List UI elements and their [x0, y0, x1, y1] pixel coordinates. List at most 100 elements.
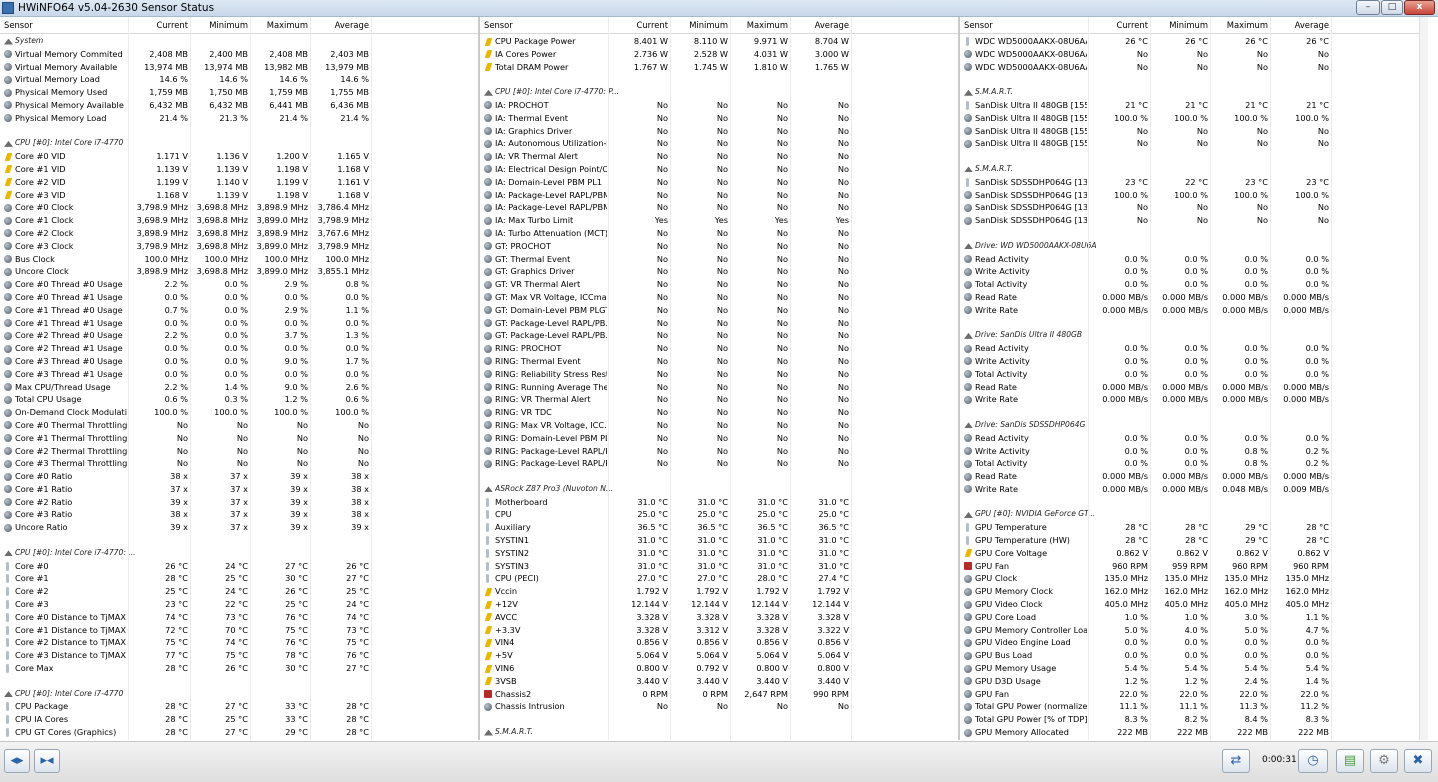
spacer-row[interactable]	[960, 150, 1428, 163]
table-row[interactable]: GPU Fan 22.0 % 22.0 % 22.0 % 22.0 %	[960, 688, 1428, 701]
group-header[interactable]: S.M.A.R.T.	[480, 726, 958, 739]
spacer-row[interactable]	[960, 227, 1428, 240]
spacer-row[interactable]	[0, 675, 478, 688]
table-row[interactable]: Read Rate 0.000 MB/s 0.000 MB/s 0.000 MB/s 0…	[960, 470, 1428, 483]
table-row[interactable]: Core #2 Thread #0 Usage 2.2 % 0.0 % 3.7 % 1.…	[0, 329, 478, 342]
table-row[interactable]: Write Rate 0.000 MB/s 0.000 MB/s 0.048 MB/s…	[960, 483, 1428, 496]
table-row[interactable]: Virtual Memory Load 14.6 % 14.6 % 14.6 % 14.…	[0, 73, 478, 86]
table-row[interactable]: Total Activity 0.0 % 0.0 % 0.0 % 0.0 %	[960, 368, 1428, 381]
table-row[interactable]: GT: PROCHOT No No No No	[480, 240, 958, 253]
table-row[interactable]: IA: Domain-Level PBM PL1 No No No No	[480, 176, 958, 189]
table-row[interactable]: SanDisk SDSSDHP064G [133... 23 °C 22 °C 23 …	[960, 176, 1428, 189]
table-row[interactable]: VIN4 0.856 V 0.856 V 0.856 V 0.856 V	[480, 636, 958, 649]
table-row[interactable]: Core #3 Thread #0 Usage 0.0 % 0.0 % 9.0 % 1.…	[0, 355, 478, 368]
table-row[interactable]: IA: Package-Level RAPL/PBM... No No No No	[480, 189, 958, 202]
table-row[interactable]: Core #3 23 °C 22 °C 25 °C 24 °C	[0, 598, 478, 611]
table-row[interactable]: +12V 12.144 V 12.144 V 12.144 V 12.144 V	[480, 598, 958, 611]
table-row[interactable]: Bus Clock 100.0 MHz 100.0 MHz 100.0 MHz 100.…	[0, 253, 478, 266]
close-icon[interactable]: ✖	[1404, 749, 1432, 773]
close-window-button[interactable]: x	[1404, 0, 1435, 15]
table-row[interactable]: Core #1 28 °C 25 °C 30 °C 27 °C	[0, 572, 478, 585]
group-header[interactable]: GPU [#0]: NVIDIA GeForce GT...	[960, 508, 1428, 521]
table-row[interactable]: GPU Temperature (HW) 28 °C 28 °C 29 °C 28 °C	[960, 534, 1428, 547]
table-row[interactable]: SanDisk Ultra II 480GB [1551... 100.0 % 10…	[960, 112, 1428, 125]
header-minimum[interactable]: Minimum	[672, 17, 728, 33]
table-row[interactable]: Core #1 Ratio 37 x 37 x 39 x 38 x	[0, 483, 478, 496]
table-row[interactable]: Core #3 Distance to TjMAX 77 °C 75 °C 78 °C…	[0, 649, 478, 662]
table-row[interactable]: SYSTIN3 31.0 °C 31.0 °C 31.0 °C 31.0 °C	[480, 560, 958, 573]
table-row[interactable]: SanDisk SDSSDHP064G [133... 100.0 % 100.0 …	[960, 189, 1428, 202]
header-average[interactable]: Average	[1272, 17, 1329, 33]
table-row[interactable]: Motherboard 31.0 °C 31.0 °C 31.0 °C 31.0 °C	[480, 496, 958, 509]
table-row[interactable]: Total Activity 0.0 % 0.0 % 0.0 % 0.0 %	[960, 278, 1428, 291]
sensor-panel-1[interactable]: Sensor Current Minimum Maximum Average S…	[0, 17, 478, 740]
table-row[interactable]: Chassis2 0 RPM 0 RPM 2,647 RPM 990 RPM	[480, 688, 958, 701]
table-row[interactable]: IA: PROCHOT No No No No	[480, 99, 958, 112]
table-row[interactable]: RING: Reliability Stress Restr... No No No N…	[480, 368, 958, 381]
table-row[interactable]: RING: Package-Level RAPL/P... No No No No	[480, 457, 958, 470]
table-row[interactable]: SYSTIN1 31.0 °C 31.0 °C 31.0 °C 31.0 °C	[480, 534, 958, 547]
maximize-button[interactable]: □	[1381, 0, 1403, 15]
table-row[interactable]: Uncore Clock 3,898.9 MHz 3,698.8 MHz 3,899.…	[0, 265, 478, 278]
table-row[interactable]: Core #3 Thermal Throttling No No No No	[0, 457, 478, 470]
table-row[interactable]: SanDisk Ultra II 480GB [1551... No No No No	[960, 137, 1428, 150]
table-row[interactable]: IA: Thermal Event No No No No	[480, 112, 958, 125]
table-row[interactable]: Total CPU Usage 0.6 % 0.3 % 1.2 % 0.6 %	[0, 393, 478, 406]
header-minimum[interactable]: Minimum	[1152, 17, 1208, 33]
table-row[interactable]: GPU Core Load 1.0 % 1.0 % 3.0 % 1.1 %	[960, 611, 1428, 624]
spacer-row[interactable]	[0, 125, 478, 138]
table-row[interactable]: GT: Graphics Driver No No No No	[480, 265, 958, 278]
table-row[interactable]: Core #2 Ratio 39 x 37 x 39 x 38 x	[0, 496, 478, 509]
table-row[interactable]: GPU D3D Usage 1.2 % 1.2 % 2.4 % 1.4 %	[960, 675, 1428, 688]
table-row[interactable]: WDC WD5000AAKX-08U6AA... 26 °C 26 °C 26 °C 2…	[960, 35, 1428, 48]
table-row[interactable]: GT: Max VR Voltage, ICCma... No No No No	[480, 291, 958, 304]
table-row[interactable]: IA: Electrical Design Point/Ot... No No No N…	[480, 163, 958, 176]
table-row[interactable]: GT: Package-Level RAPL/PB... No No No No	[480, 329, 958, 342]
group-header[interactable]: System	[0, 35, 478, 48]
table-row[interactable]: Core #3 Thread #1 Usage 0.0 % 0.0 % 0.0 % 0.…	[0, 368, 478, 381]
header-maximum[interactable]: Maximum	[732, 17, 788, 33]
collapse-columns-icon[interactable]: ▸◂	[34, 749, 60, 773]
expand-columns-icon[interactable]: ◂▸	[4, 749, 30, 773]
table-row[interactable]: Core #0 Clock 3,798.9 MHz 3,698.8 MHz 3,898…	[0, 201, 478, 214]
table-row[interactable]: RING: Max VR Voltage, ICC... No No No No	[480, 419, 958, 432]
spacer-row[interactable]	[960, 406, 1428, 419]
table-row[interactable]: GPU Clock 135.0 MHz 135.0 MHz 135.0 MHz 135.…	[960, 572, 1428, 585]
table-row[interactable]: AVCC 3.328 V 3.328 V 3.328 V 3.328 V	[480, 611, 958, 624]
table-row[interactable]: On-Demand Clock Modulation 100.0 % 100.0 %…	[0, 406, 478, 419]
header-current[interactable]: Current	[1090, 17, 1148, 33]
table-row[interactable]: +5V 5.064 V 5.064 V 5.064 V 5.064 V	[480, 649, 958, 662]
table-row[interactable]: Chassis Intrusion No No No No	[480, 700, 958, 713]
table-row[interactable]: SanDisk Ultra II 480GB [1551... No No No No	[960, 125, 1428, 138]
table-row[interactable]: +3.3V 3.328 V 3.312 V 3.328 V 3.322 V	[480, 624, 958, 637]
table-row[interactable]: IA: Max Turbo Limit Yes Yes Yes Yes	[480, 214, 958, 227]
table-row[interactable]: GPU Temperature 28 °C 28 °C 29 °C 28 °C	[960, 521, 1428, 534]
table-row[interactable]: GT: VR Thermal Alert No No No No	[480, 278, 958, 291]
table-row[interactable]: Core #2 Distance to TjMAX 75 °C 74 °C 76 °C…	[0, 636, 478, 649]
table-row[interactable]: Auxiliary 36.5 °C 36.5 °C 36.5 °C 36.5 °C	[480, 521, 958, 534]
spacer-row[interactable]	[0, 534, 478, 547]
table-row[interactable]: Virtual Memory Commited 2,408 MB 2,400 MB 2…	[0, 48, 478, 61]
header-minimum[interactable]: Minimum	[192, 17, 248, 33]
table-row[interactable]: CPU IA Cores 28 °C 25 °C 33 °C 28 °C	[0, 713, 478, 726]
table-row[interactable]: Physical Memory Available 6,432 MB 6,432 M…	[0, 99, 478, 112]
table-row[interactable]: Write Activity 0.0 % 0.0 % 0.0 % 0.0 %	[960, 355, 1428, 368]
table-row[interactable]: Read Activity 0.0 % 0.0 % 0.0 % 0.0 %	[960, 342, 1428, 355]
table-row[interactable]: Core #1 VID 1.139 V 1.139 V 1.198 V 1.168 V	[0, 163, 478, 176]
table-row[interactable]: Core #2 VID 1.199 V 1.140 V 1.199 V 1.161 V	[0, 176, 478, 189]
table-row[interactable]: Total Activity 0.0 % 0.0 % 0.8 % 0.2 %	[960, 457, 1428, 470]
table-row[interactable]: Max CPU/Thread Usage 2.2 % 1.4 % 9.0 % 2.6 %	[0, 381, 478, 394]
group-header[interactable]: CPU [#0]: Intel Core i7-4770: ...	[0, 547, 478, 560]
group-header[interactable]: Drive: WD WD5000AAKX-08U6A	[960, 240, 1428, 253]
table-row[interactable]: Core #0 Thread #1 Usage 0.0 % 0.0 % 0.0 % 0.…	[0, 291, 478, 304]
table-row[interactable]: IA: Autonomous Utilization-B... No No No No	[480, 137, 958, 150]
network-icon[interactable]: ⇄	[1222, 749, 1250, 773]
table-row[interactable]: Read Rate 0.000 MB/s 0.000 MB/s 0.000 MB/s 0…	[960, 291, 1428, 304]
group-header[interactable]: ASRock Z87 Pro3 (Nuvoton N...	[480, 483, 958, 496]
spacer-row[interactable]	[960, 317, 1428, 330]
header-average[interactable]: Average	[312, 17, 369, 33]
table-row[interactable]: Core #1 Clock 3,698.9 MHz 3,698.8 MHz 3,899…	[0, 214, 478, 227]
table-row[interactable]: RING: Running Average The... No No No No	[480, 381, 958, 394]
table-row[interactable]: RING: Thermal Event No No No No	[480, 355, 958, 368]
group-header[interactable]: CPU [#0]: Intel Core i7-4770: P...	[480, 86, 958, 99]
